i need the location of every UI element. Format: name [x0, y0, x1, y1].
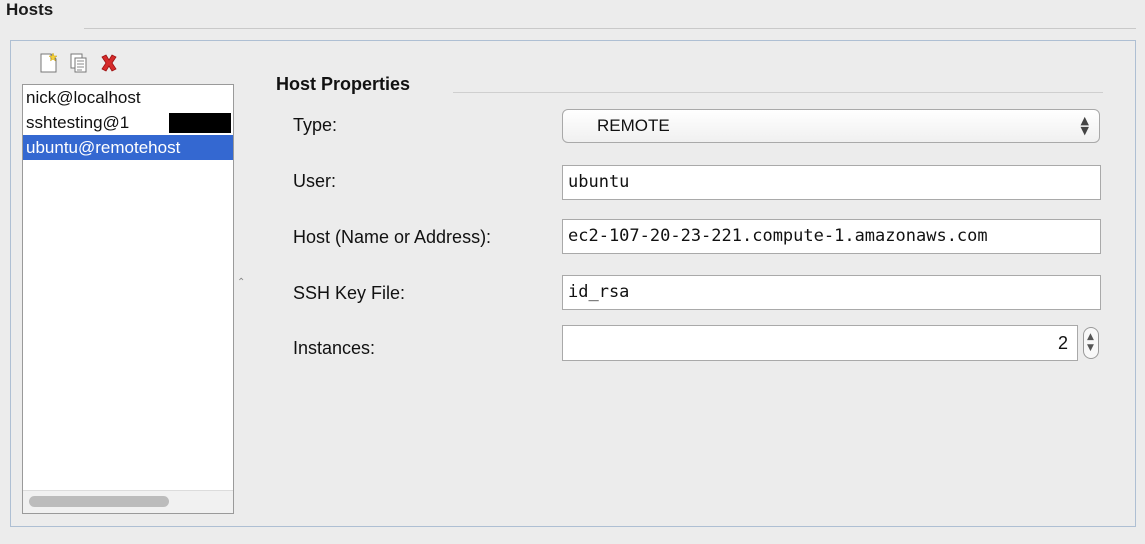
- section-title: Hosts: [6, 0, 54, 19]
- properties-divider: [453, 92, 1103, 93]
- type-label: Type:: [293, 115, 338, 135]
- horizontal-scrollbar[interactable]: [23, 490, 233, 513]
- host-label-text: Host (Name or Address):: [293, 227, 492, 247]
- updown-arrows-icon: ▲ ▼: [1080, 114, 1089, 137]
- stepper-up-icon[interactable]: ▲: [1087, 333, 1094, 342]
- type-select[interactable]: REMOTE ▲ ▼: [562, 109, 1100, 143]
- user-field[interactable]: ubuntu: [562, 165, 1101, 200]
- ssh-key-field[interactable]: id_rsa: [562, 275, 1101, 310]
- host-list-item-selected[interactable]: ubuntu@remotehost: [23, 135, 233, 160]
- host-label: nick@localhost: [26, 88, 141, 107]
- instances-stepper[interactable]: ▲ ▼: [1083, 327, 1099, 359]
- new-document-icon: [40, 52, 58, 73]
- host-list-item[interactable]: nick@localhost: [23, 85, 233, 110]
- scrollbar-thumb[interactable]: [29, 496, 169, 507]
- host-list[interactable]: nick@localhost sshtesting@1 ubuntu@remot…: [22, 84, 234, 514]
- host-label: ubuntu@remotehost: [26, 138, 181, 157]
- type-select-value: REMOTE: [597, 116, 670, 135]
- splitter-handle[interactable]: ⌃: [237, 277, 245, 288]
- stepper-down-icon[interactable]: ▼: [1087, 344, 1094, 353]
- new-host-button[interactable]: [38, 52, 62, 76]
- section-divider: [84, 28, 1136, 29]
- host-label: sshtesting@1: [26, 113, 130, 132]
- delete-host-button[interactable]: [98, 52, 122, 76]
- delete-x-icon: [101, 54, 117, 72]
- instances-field[interactable]: 2: [562, 325, 1078, 361]
- instances-label: Instances:: [293, 338, 376, 358]
- properties-title: Host Properties: [276, 74, 411, 94]
- redaction-bar: [169, 113, 231, 133]
- host-address-field[interactable]: ec2-107-20-23-221.compute-1.amazonaws.co…: [562, 219, 1101, 254]
- copy-host-button[interactable]: [68, 52, 92, 76]
- host-list-item[interactable]: sshtesting@1: [23, 110, 233, 135]
- user-label: User:: [293, 171, 337, 191]
- copy-document-icon: [70, 53, 87, 73]
- ssh-key-label: SSH Key File:: [293, 283, 406, 303]
